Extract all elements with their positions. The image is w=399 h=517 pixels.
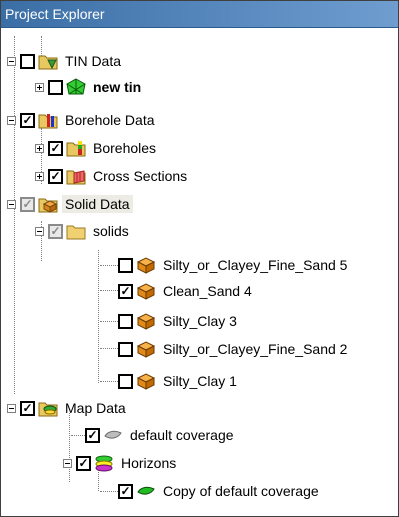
tree-item-map-data[interactable]: ✓ Map Data	[7, 395, 129, 421]
collapse-toggle[interactable]	[7, 56, 16, 66]
folder-icon	[66, 225, 86, 240]
collapse-toggle[interactable]	[35, 226, 44, 236]
tree-connector	[100, 321, 118, 322]
collapse-toggle[interactable]	[7, 115, 16, 125]
visibility-checkbox[interactable]: ✓	[85, 427, 100, 443]
tree-item-solid[interactable]: Silty_or_Clayey_Fine_Sand 2	[118, 336, 350, 362]
solid-folder-icon	[38, 198, 58, 213]
solid-icon	[136, 283, 156, 300]
horizons-icon	[95, 455, 113, 472]
tree-item-new-tin[interactable]: new tin	[35, 74, 144, 100]
tree-item-copy-of-default-coverage[interactable]: ✓ Copy of default coverage	[118, 478, 322, 504]
tree-connector	[100, 265, 118, 266]
tin-folder-icon	[38, 55, 58, 70]
tree-item-label: Boreholes	[93, 140, 157, 156]
tree-item-label: Silty_or_Clayey_Fine_Sand 2	[163, 341, 348, 357]
tree-item-label: Solid Data	[62, 195, 133, 213]
tree-item-label: Map Data	[65, 400, 126, 416]
collapse-toggle[interactable]	[63, 458, 72, 468]
visibility-checkbox[interactable]: ✓	[20, 196, 35, 212]
tree-item-label: Silty_Clay 3	[163, 313, 237, 329]
visibility-checkbox[interactable]: ✓	[48, 140, 63, 156]
tree-item-solid-data[interactable]: ✓ Solid Data	[7, 191, 133, 217]
borehole-folder-icon	[38, 114, 58, 129]
tree-item-solids[interactable]: ✓ solids	[35, 218, 132, 244]
coverage-icon	[104, 430, 122, 439]
visibility-checkbox[interactable]: ✓	[20, 112, 35, 128]
tree-item-label: default coverage	[130, 427, 234, 443]
tree-item-label: Copy of default coverage	[163, 483, 319, 499]
tree-item-label: TIN Data	[65, 53, 122, 69]
tree-item-label: Horizons	[121, 455, 177, 471]
tree-item-default-coverage[interactable]: ✓ default coverage	[85, 422, 237, 448]
visibility-checkbox[interactable]	[48, 79, 63, 95]
project-tree: TIN Data new tin ✓ Borehole Data ✓ Boreh…	[1, 28, 398, 516]
expand-toggle[interactable]	[35, 143, 44, 153]
visibility-checkbox[interactable]: ✓	[76, 455, 91, 471]
solid-icon	[136, 341, 156, 358]
solid-icon	[136, 257, 156, 274]
collapse-toggle[interactable]	[7, 403, 16, 413]
tree-connector	[100, 348, 118, 349]
visibility-checkbox[interactable]	[118, 341, 133, 357]
tree-connector	[98, 250, 99, 383]
visibility-checkbox[interactable]: ✓	[48, 223, 63, 239]
visibility-checkbox[interactable]: ✓	[118, 483, 133, 499]
tree-item-solid[interactable]: Silty_Clay 3	[118, 308, 240, 334]
tree-connector	[100, 381, 118, 382]
tree-item-label: new tin	[93, 79, 142, 95]
tree-item-borehole-data[interactable]: ✓ Borehole Data	[7, 107, 158, 133]
tree-item-solid[interactable]: ✓ Clean_Sand 4	[118, 278, 255, 304]
tree-item-cross-sections[interactable]: ✓ Cross Sections	[35, 163, 190, 189]
visibility-checkbox[interactable]	[118, 313, 133, 329]
coverage-copy-icon	[137, 486, 155, 495]
solid-icon	[136, 373, 156, 390]
tree-item-solid[interactable]: Silty_Clay 1	[118, 368, 240, 394]
tree-item-boreholes[interactable]: ✓ Boreholes	[35, 135, 159, 161]
tree-connector	[100, 290, 118, 291]
visibility-checkbox[interactable]: ✓	[20, 400, 35, 416]
tree-item-horizons[interactable]: ✓ Horizons	[63, 450, 179, 476]
expand-toggle[interactable]	[35, 82, 44, 92]
visibility-checkbox[interactable]	[118, 257, 133, 273]
panel-title: Project Explorer	[1, 1, 398, 28]
collapse-toggle[interactable]	[7, 199, 16, 209]
visibility-checkbox[interactable]: ✓	[48, 168, 63, 184]
tree-connector	[100, 491, 118, 492]
tree-item-label: solids	[93, 223, 129, 239]
visibility-checkbox[interactable]	[118, 373, 133, 389]
boreholes-icon	[66, 141, 86, 157]
map-folder-icon	[38, 402, 58, 417]
cross-sections-icon	[66, 170, 86, 185]
tree-item-label: Clean_Sand 4	[163, 283, 252, 299]
visibility-checkbox[interactable]	[20, 53, 35, 69]
tin-icon	[66, 78, 86, 95]
tree-item-solid[interactable]: Silty_or_Clayey_Fine_Sand 5	[118, 252, 350, 278]
tree-connector	[71, 435, 85, 436]
solid-icon	[136, 313, 156, 330]
tree-item-label: Borehole Data	[65, 112, 155, 128]
tree-item-label: Cross Sections	[93, 168, 188, 184]
expand-toggle[interactable]	[35, 171, 44, 181]
project-explorer-panel: Project Explorer TIN Data new tin ✓ Bore…	[0, 0, 399, 517]
tree-item-label: Silty_Clay 1	[163, 373, 237, 389]
tree-item-tin-data[interactable]: TIN Data	[7, 48, 124, 74]
visibility-checkbox[interactable]: ✓	[118, 283, 133, 299]
tree-item-label: Silty_or_Clayey_Fine_Sand 5	[163, 257, 348, 273]
